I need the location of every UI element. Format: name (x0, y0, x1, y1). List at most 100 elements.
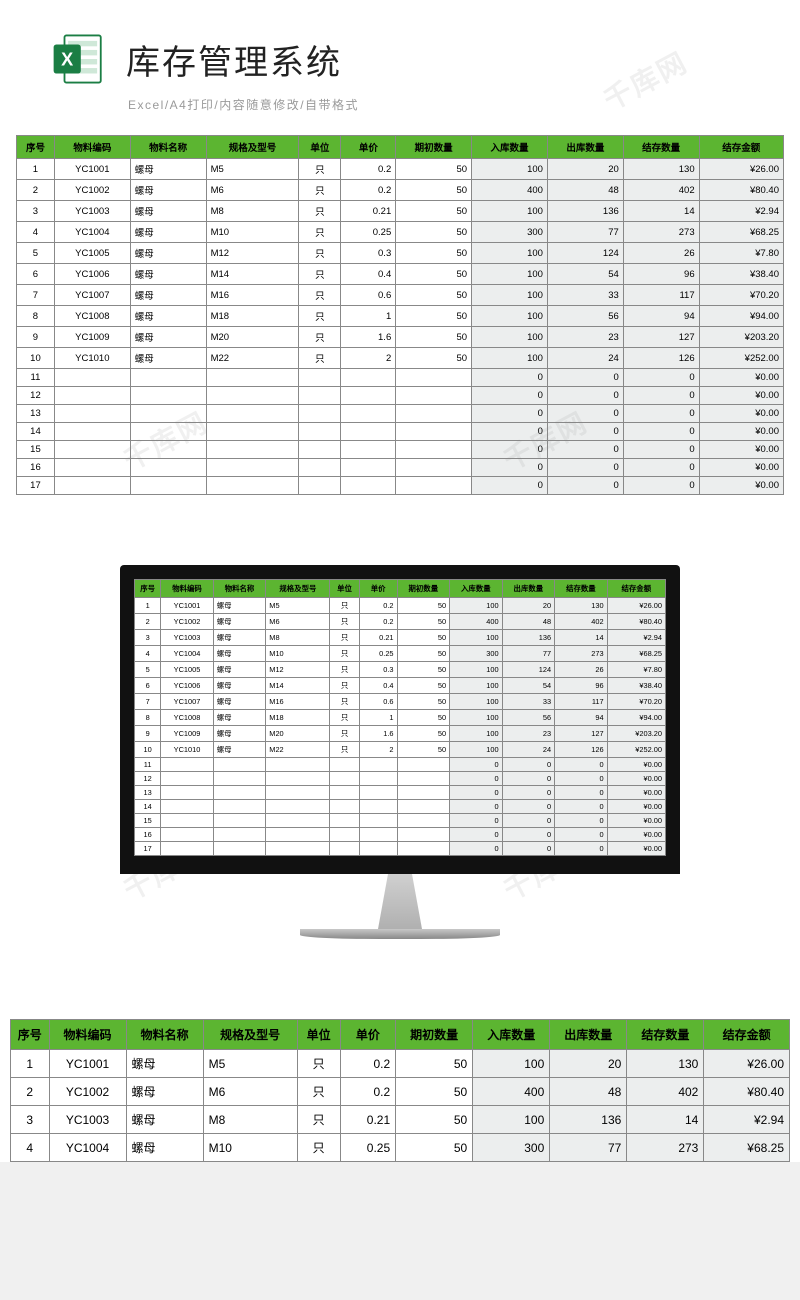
cell: 1 (341, 306, 396, 327)
cell: 50 (396, 264, 472, 285)
cell: 4 (17, 222, 55, 243)
cell: YC1001 (49, 1050, 126, 1078)
cell: 0.6 (341, 285, 396, 306)
column-header: 物料名称 (126, 1020, 203, 1050)
cell: 14 (555, 630, 608, 646)
cell (397, 814, 450, 828)
cell: 100 (472, 285, 548, 306)
cell: M8 (203, 1106, 297, 1134)
cell: 2 (341, 348, 396, 369)
cell: 130 (627, 1050, 704, 1078)
cell: ¥38.40 (699, 264, 783, 285)
cell: YC1001 (161, 598, 214, 614)
cell: ¥0.00 (699, 405, 783, 423)
cell (206, 477, 299, 495)
column-header: 期初数量 (396, 136, 472, 159)
cell: ¥0.00 (607, 786, 665, 800)
cell (359, 800, 397, 814)
cell (266, 758, 330, 772)
cell: ¥68.25 (607, 646, 665, 662)
cell: ¥26.00 (704, 1050, 790, 1078)
cell: ¥0.00 (607, 814, 665, 828)
cell (396, 459, 472, 477)
table-row: 3YC1003螺母M8只0.215010013614¥2.94 (135, 630, 666, 646)
column-header: 结存数量 (555, 580, 608, 598)
cell: 100 (472, 159, 548, 180)
cell: 0.25 (340, 1134, 396, 1162)
cell: ¥0.00 (607, 800, 665, 814)
cell: 100 (450, 726, 503, 742)
monitor-bezel: 序号物料编码物料名称规格及型号单位单价期初数量入库数量出库数量结存数量结存金额1… (120, 565, 680, 874)
cell: 4 (135, 646, 161, 662)
table-row: 17000¥0.00 (135, 842, 666, 856)
cell: 50 (396, 1106, 473, 1134)
cell: 0 (555, 828, 608, 842)
cell: 100 (450, 742, 503, 758)
column-header: 出库数量 (502, 580, 555, 598)
cell: ¥203.20 (607, 726, 665, 742)
cell: 0.21 (359, 630, 397, 646)
cell (397, 828, 450, 842)
cell: 50 (396, 180, 472, 201)
cell: 0.21 (340, 1106, 396, 1134)
table-row: 6YC1006螺母M14只0.4501005496¥38.40 (135, 678, 666, 694)
cell: 1.6 (341, 327, 396, 348)
cell: 7 (135, 694, 161, 710)
cell (341, 459, 396, 477)
cell: 96 (623, 264, 699, 285)
cell: 螺母 (126, 1050, 203, 1078)
cell (397, 758, 450, 772)
cell (359, 786, 397, 800)
cell: 0 (623, 387, 699, 405)
cell: 400 (473, 1078, 550, 1106)
cell: 15 (135, 814, 161, 828)
cell: 2 (11, 1078, 50, 1106)
cell: 136 (502, 630, 555, 646)
cell: 0 (472, 459, 548, 477)
cell: YC1003 (49, 1106, 126, 1134)
table-row: 11000¥0.00 (135, 758, 666, 772)
cell: YC1010 (161, 742, 214, 758)
cell: 只 (299, 327, 341, 348)
cell: 螺母 (213, 710, 266, 726)
cell: 只 (299, 264, 341, 285)
cell: 50 (396, 1134, 473, 1162)
cell: ¥0.00 (607, 772, 665, 786)
cell: YC1004 (161, 646, 214, 662)
cell: 3 (135, 630, 161, 646)
cell: 0 (502, 758, 555, 772)
cell (161, 772, 214, 786)
template-page: 千库网 千库网 千库网 千库网 千库网 X 库存管理系统 Excel/A4打印/… (0, 0, 800, 1162)
cell: 0 (555, 772, 608, 786)
cell: ¥0.00 (607, 828, 665, 842)
column-header: 物料编码 (161, 580, 214, 598)
cell: ¥26.00 (607, 598, 665, 614)
page-title: 库存管理系统 (126, 35, 342, 84)
cell (341, 441, 396, 459)
cell: 螺母 (130, 285, 206, 306)
cell: 只 (330, 646, 359, 662)
cell: 50 (396, 348, 472, 369)
cell: 只 (330, 694, 359, 710)
cell (330, 814, 359, 828)
cell: 0 (502, 842, 555, 856)
cell: 3 (17, 201, 55, 222)
cell (161, 758, 214, 772)
cell: M8 (206, 201, 299, 222)
cell: 0 (547, 387, 623, 405)
cell: 50 (396, 327, 472, 348)
cell: ¥2.94 (607, 630, 665, 646)
column-header: 结存数量 (623, 136, 699, 159)
cell: 100 (450, 710, 503, 726)
cell (130, 369, 206, 387)
cell: YC1008 (54, 306, 130, 327)
cell: 100 (472, 243, 548, 264)
cell: ¥0.00 (607, 842, 665, 856)
cell: 56 (547, 306, 623, 327)
cell: 0 (472, 477, 548, 495)
cell (206, 369, 299, 387)
cell: 17 (135, 842, 161, 856)
cell: 8 (17, 306, 55, 327)
cell: 0 (547, 459, 623, 477)
cell: 只 (299, 180, 341, 201)
